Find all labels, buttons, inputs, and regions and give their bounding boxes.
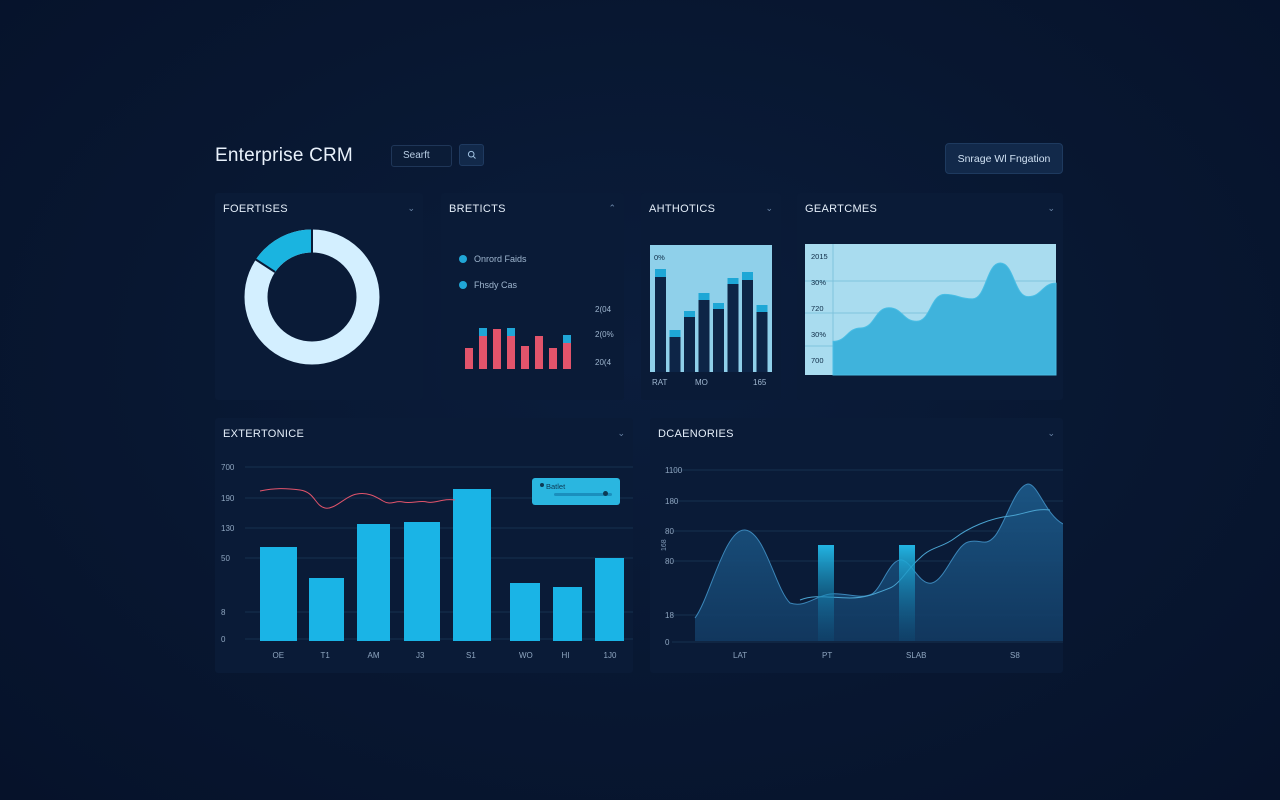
tick-label: 30% (811, 278, 826, 287)
tick-label: SLAB (906, 651, 926, 660)
tick-label: MO (695, 378, 708, 387)
bar-cap (727, 278, 739, 284)
tick-label: S8 (1010, 651, 1020, 660)
tooltip-dot (540, 483, 544, 487)
bar (713, 309, 724, 372)
bar-cap (713, 303, 724, 309)
dark-bar-chart: 0% RAT MO 165 (650, 245, 772, 387)
tick-label: 80 (665, 527, 674, 536)
tick-label: 165 (753, 378, 767, 387)
bar (669, 337, 681, 372)
bar (404, 522, 440, 641)
tick-label: 8 (221, 608, 226, 617)
big-bar-chart: 700 190 130 50 8 0 OE T1 AM J3 S1 WO HI 1J0 (221, 463, 633, 660)
tick-label: 30% (811, 330, 826, 339)
bar (260, 547, 297, 641)
bar (479, 336, 487, 369)
bar (521, 346, 529, 369)
donut-chart (244, 229, 380, 365)
panel-big-bars: EXTERTONICE ⌄ 700 190 130 50 8 0 OE T1 AM J3 S1 WO… (215, 418, 633, 673)
tick-label: 20(4 (595, 358, 612, 367)
bar-cap (563, 335, 571, 343)
tooltip-end-dot (603, 491, 608, 496)
bar (698, 300, 710, 372)
bar (563, 343, 571, 369)
tick-label: S1 (466, 651, 476, 660)
tick-label: 700 (811, 356, 824, 365)
plot-area (650, 245, 772, 372)
tick-label: 2015 (811, 252, 828, 261)
bar (742, 280, 753, 372)
tick-label: AM (368, 651, 380, 660)
bar (493, 329, 501, 369)
bar (655, 277, 666, 372)
tick-label: 720 (811, 304, 824, 313)
bar (595, 558, 624, 641)
area-chart-light: 2015 30% 720 30% 700 (805, 244, 1057, 376)
tick-label: RAT (652, 378, 668, 387)
bar (357, 524, 390, 641)
bar (453, 489, 491, 641)
bar-cap (742, 272, 753, 280)
panel-dark-area: DCAENORIES ⌄ 1100 180 80 80 18 0 168 LAT PT SLA… (650, 418, 1063, 673)
bar (510, 583, 540, 641)
area-series (695, 484, 1063, 641)
bar-cap (684, 311, 695, 317)
tick-label: 700 (221, 463, 235, 472)
highlight-bar (818, 545, 834, 641)
tick-label: 1J0 (604, 651, 617, 660)
search-button[interactable] (459, 144, 484, 166)
search-icon (467, 150, 476, 159)
app-title: Enterprise CRM (215, 145, 353, 166)
bar (756, 312, 768, 372)
panel-donut: FOERTISES ⌄ (215, 193, 423, 400)
tick-label: 0 (665, 638, 670, 647)
bar-cap (479, 328, 487, 336)
bar-cap (756, 305, 768, 312)
tick-label: 0 (221, 635, 226, 644)
tick-label: PT (822, 651, 832, 660)
donut-slice-highlight (256, 229, 313, 273)
header-action-button[interactable]: Snrage Wl Fngation (945, 143, 1063, 174)
bar (553, 587, 582, 641)
bar (465, 348, 473, 369)
tick-label: J3 (416, 651, 425, 660)
chart-tooltip: Batlet (532, 478, 620, 505)
bar (535, 336, 543, 369)
bar (507, 336, 515, 369)
panel-area-light: GEARTCMES ⌄ 2015 30% 720 30% 700 (797, 193, 1063, 400)
tick-label: LAT (733, 651, 747, 660)
tick-label: 180 (665, 497, 679, 506)
tick-label: 130 (221, 524, 235, 533)
bar (727, 284, 739, 372)
highlight-bar (899, 545, 915, 641)
bar (549, 348, 557, 369)
tick-label: 2(0% (595, 330, 614, 339)
search-input[interactable]: Searft (391, 145, 452, 167)
tick-label: T1 (321, 651, 331, 660)
tick-label: 190 (221, 494, 235, 503)
bar-cap (655, 269, 666, 277)
tick-label: HI (562, 651, 570, 660)
bar-cap (669, 330, 681, 337)
panel-small-bars: BRETICTS ⌃ Onrord Faids Fhsdy Cas 2(04 2… (441, 193, 624, 400)
bar (309, 578, 344, 641)
axis-label: 168 (661, 539, 668, 551)
tick-label: 1100 (665, 466, 683, 475)
tick-label: 2(04 (595, 305, 612, 314)
small-bar-chart: 2(04 2(0% 20(4 (465, 305, 614, 369)
bar (684, 317, 695, 372)
tick-label: OE (273, 651, 285, 660)
dark-area-chart: 11001808080180 168 LAT PT SLAB S8 (661, 466, 1063, 660)
panel-dark-bars: AHTHOTICS ⌄ 0% RAT MO 165 (641, 193, 781, 400)
axis-label: 0% (654, 253, 665, 262)
bar-cap (507, 328, 515, 336)
tick-label: 80 (665, 557, 674, 566)
tick-label: WO (519, 651, 533, 660)
tooltip-label: Batlet (546, 482, 566, 491)
tick-label: 50 (221, 554, 230, 563)
tick-label: 18 (665, 611, 674, 620)
bar-cap (698, 293, 710, 300)
